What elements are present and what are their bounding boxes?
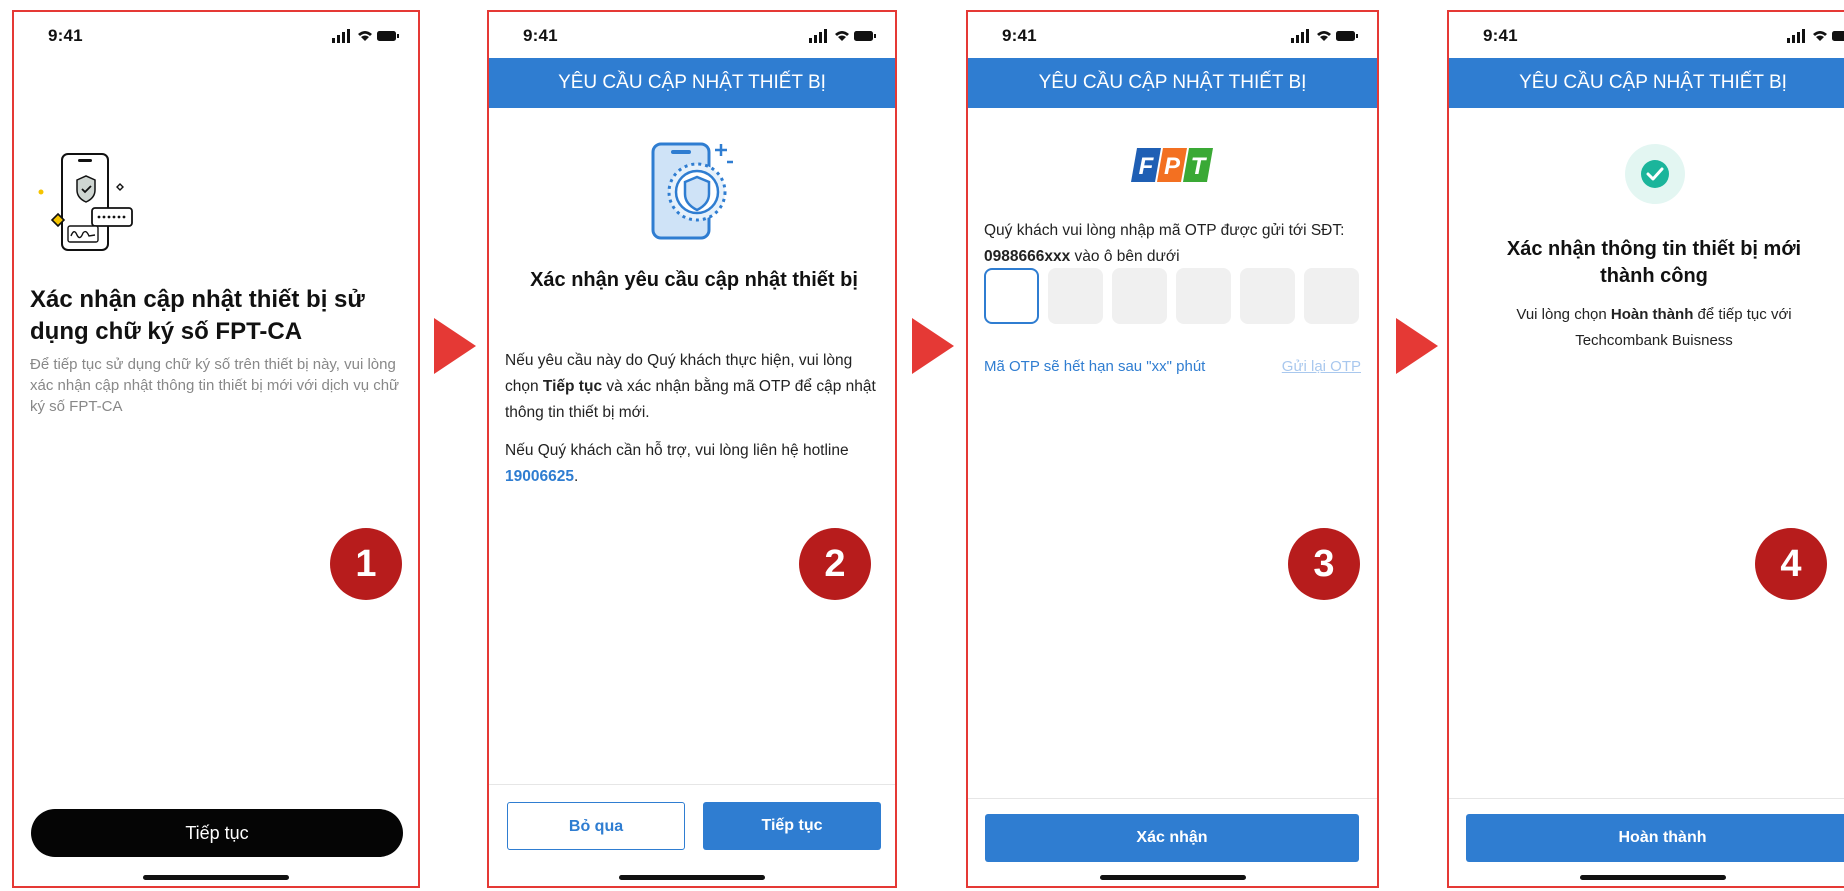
status-time: 9:41 (523, 26, 558, 45)
flow-arrow-icon (912, 318, 954, 374)
otp-input-group (984, 268, 1362, 324)
flow-arrow-icon (434, 318, 476, 374)
success-check-icon (1625, 144, 1685, 204)
step-badge-3: 3 (1288, 528, 1360, 600)
screen-header: YÊU CẦU CẬP NHẬT THIẾT BỊ (489, 58, 895, 108)
page-title: Xác nhận cập nhật thiết bị sử dụng chữ k… (30, 286, 365, 345)
home-indicator (1099, 875, 1246, 880)
signal-wifi-battery-icon (1291, 29, 1358, 43)
otp-instruction: Quý khách vui lòng nhập mã OTP được gửi … (984, 222, 1345, 265)
footer-divider (1449, 798, 1844, 799)
home-indicator (1580, 875, 1726, 880)
continue-button[interactable]: Tiếp tục (31, 809, 403, 857)
instruction-paragraph: Nếu yêu cầu này do Quý khách thực hiện, … (505, 352, 876, 421)
status-time: 9:41 (1483, 26, 1518, 45)
otp-digit-5[interactable] (1240, 268, 1295, 324)
status-bar: 9:41 (14, 12, 418, 58)
skip-button[interactable]: Bỏ qua (507, 802, 685, 850)
status-time: 9:41 (1002, 26, 1037, 45)
otp-digit-6[interactable] (1304, 268, 1359, 324)
done-button[interactable]: Hoàn thành (1466, 814, 1844, 862)
screen-header: YÊU CẦU CẬP NHẬT THIẾT BỊ (1449, 58, 1844, 108)
continue-button[interactable]: Tiếp tục (703, 802, 881, 850)
status-bar: 9:41 (968, 12, 1377, 58)
phone-signature-illustration-icon (38, 153, 133, 251)
page-description: Để tiếp tục sử dụng chữ ký số trên thiết… (30, 356, 400, 415)
signal-wifi-battery-icon (1787, 29, 1844, 43)
screen-2-confirm-request: 9:41 YÊU CẦU CẬP NHẬT THIẾT BỊ Xác nhận … (487, 10, 897, 888)
support-paragraph: Nếu Quý khách cần hỗ trợ, vui lòng liên … (505, 442, 849, 485)
screen-1-confirm-update: 9:41 Xác nhận cập nhật thiết bị sử dụng … (12, 10, 420, 888)
otp-digit-4[interactable] (1176, 268, 1231, 324)
phone-number: 0988666xxx (984, 248, 1071, 265)
fpt-logo: F P T (1131, 148, 1213, 182)
status-bar: 9:41 (489, 12, 895, 58)
otp-digit-2[interactable] (1048, 268, 1103, 324)
screen-4-success: 9:41 YÊU CẦU CẬP NHẬT THIẾT BỊ Xác nhận … (1447, 10, 1844, 888)
step-badge-2: 2 (799, 528, 871, 600)
logo-letter-f: F (1139, 153, 1155, 180)
footer-divider (968, 798, 1377, 799)
otp-digit-3[interactable] (1112, 268, 1167, 324)
confirm-button[interactable]: Xác nhận (985, 814, 1359, 862)
resend-otp-link[interactable]: Gửi lại OTP (1282, 358, 1361, 375)
screen-3-otp-entry: 9:41 YÊU CẦU CẬP NHẬT THIẾT BỊ F P T Quý… (966, 10, 1379, 888)
success-description: Vui lòng chọn Hoàn thành để tiếp tục với… (1516, 306, 1792, 349)
flow-arrow-icon (1396, 318, 1438, 374)
otp-expiry-text: Mã OTP sẽ hết hạn sau "xx" phút (984, 358, 1206, 375)
page-title: Xác nhận thông tin thiết bị mới thành cô… (1506, 238, 1802, 287)
home-indicator (143, 875, 289, 880)
status-time: 9:41 (48, 26, 83, 45)
page-title: Xác nhận yêu cầu cập nhật thiết bị (530, 269, 858, 291)
logo-letter-t: T (1191, 153, 1208, 180)
hotline-link[interactable]: 19006625 (505, 468, 574, 485)
step-badge-1: 1 (330, 528, 402, 600)
signal-wifi-battery-icon (809, 29, 876, 43)
status-bar: 9:41 (1449, 12, 1844, 58)
done-emphasis: Hoàn thành (1610, 306, 1694, 323)
step-badge-4: 4 (1755, 528, 1827, 600)
home-indicator (619, 875, 765, 880)
logo-letter-p: P (1164, 153, 1181, 180)
screen-header: YÊU CẦU CẬP NHẬT THIẾT BỊ (968, 58, 1377, 108)
footer-divider (489, 784, 895, 785)
continue-emphasis: Tiếp tục (542, 378, 603, 395)
signal-wifi-battery-icon (332, 29, 399, 43)
otp-digit-1[interactable] (984, 268, 1039, 324)
device-shield-icon (651, 142, 733, 240)
